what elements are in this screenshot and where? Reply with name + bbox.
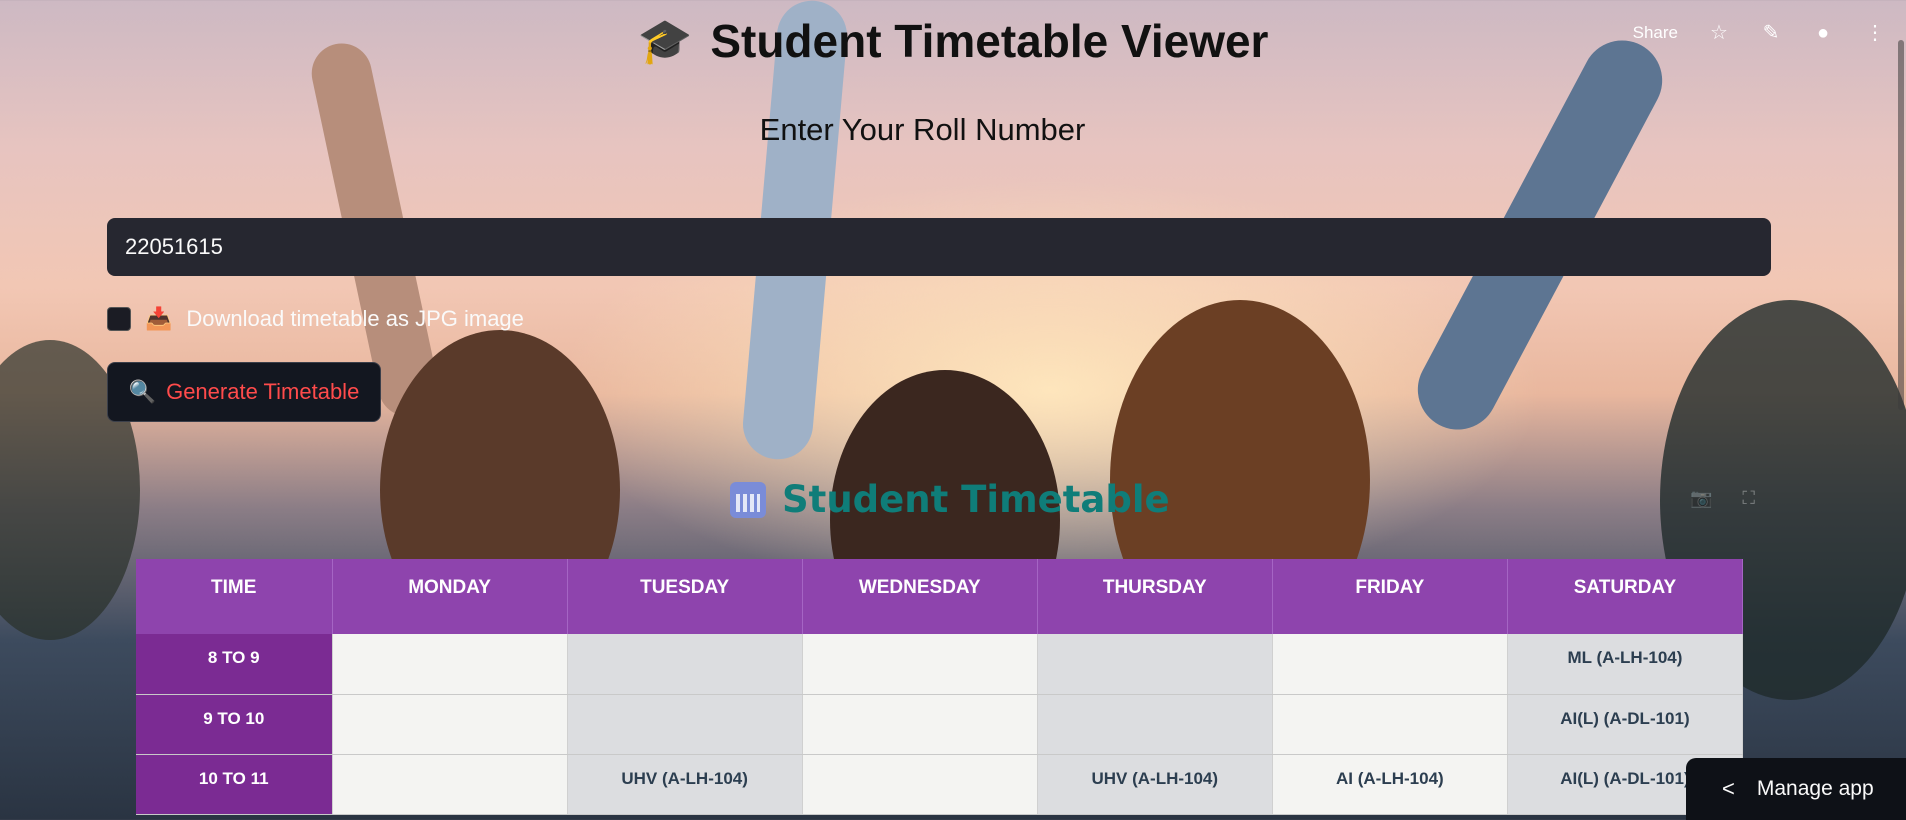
generate-timetable-button[interactable]: 🔍 Generate Timetable [107, 362, 381, 422]
table-cell [1272, 634, 1508, 695]
download-checkbox-label[interactable]: Download timetable as JPG image [186, 306, 524, 332]
roll-number-input[interactable]: 22051615 [107, 218, 1771, 276]
timetable-heading-text: Student Timetable [782, 478, 1170, 521]
table-toolbar: 📷 ⛶ [1690, 488, 1755, 509]
timetable-header-row: TIME MONDAY TUESDAY WEDNESDAY THURSDAY F… [136, 559, 1744, 634]
column-header-saturday: SATURDAY [1507, 559, 1744, 634]
table-cell: UHV (A-LH-104) [1037, 754, 1273, 815]
time-cell: 8 TO 9 [136, 634, 333, 695]
time-cell: 10 TO 11 [136, 754, 333, 815]
table-cell [1272, 694, 1508, 755]
graduation-cap-icon: 🎓 [637, 17, 693, 66]
table-cell [332, 634, 568, 695]
page-title: 🎓 Student Timetable Viewer [638, 14, 1269, 68]
manage-app-label: Manage app [1756, 777, 1874, 800]
table-cell [567, 694, 803, 755]
table-cell [802, 694, 1038, 755]
table-row: 10 TO 11 UHV (A-LH-104) UHV (A-LH-104) A… [136, 754, 1744, 815]
chevron-left-icon: < [1722, 776, 1735, 801]
time-cell: 9 TO 10 [136, 694, 333, 755]
manage-app-button[interactable]: < Manage app [1686, 758, 1906, 820]
timetable-table: TIME MONDAY TUESDAY WEDNESDAY THURSDAY F… [136, 559, 1744, 815]
column-header-wednesday: WEDNESDAY [802, 559, 1038, 634]
column-header-thursday: THURSDAY [1037, 559, 1273, 634]
camera-icon[interactable]: 📷 [1690, 488, 1712, 509]
table-cell: UHV (A-LH-104) [567, 754, 803, 815]
column-header-friday: FRIDAY [1272, 559, 1508, 634]
magnifier-icon: 🔍 [128, 379, 157, 404]
column-header-time: TIME [136, 559, 333, 634]
table-cell: ML (A-LH-104) [1507, 634, 1744, 695]
calendar-icon [730, 481, 766, 518]
fullscreen-icon[interactable]: ⛶ [1742, 488, 1755, 509]
generate-button-label: Generate Timetable [166, 379, 360, 404]
table-cell [802, 634, 1038, 695]
column-header-monday: MONDAY [332, 559, 568, 634]
column-header-tuesday: TUESDAY [567, 559, 803, 634]
table-row: 8 TO 9 ML (A-LH-104) [136, 634, 1744, 695]
download-checkbox[interactable] [107, 307, 131, 331]
roll-number-heading: Enter Your Roll Number [759, 112, 1086, 147]
page-title-text: Student Timetable Viewer [710, 15, 1269, 67]
scrollbar[interactable] [1898, 40, 1904, 410]
table-cell [1037, 694, 1273, 755]
table-cell [567, 634, 803, 695]
table-cell: AI(L) (A-DL-101) [1507, 694, 1744, 755]
download-icon: 📥 [145, 306, 173, 331]
table-cell [802, 754, 1038, 815]
download-option: 📥 Download timetable as JPG image [107, 306, 524, 332]
page-title-container: 🎓 Student Timetable Viewer [0, 14, 1906, 68]
table-row: 9 TO 10 AI(L) (A-DL-101) [136, 694, 1744, 755]
table-cell [332, 694, 568, 755]
timetable-heading: Student Timetable [730, 478, 1170, 521]
table-cell [332, 754, 568, 815]
table-cell [1037, 634, 1273, 695]
table-cell: AI (A-LH-104) [1272, 754, 1508, 815]
